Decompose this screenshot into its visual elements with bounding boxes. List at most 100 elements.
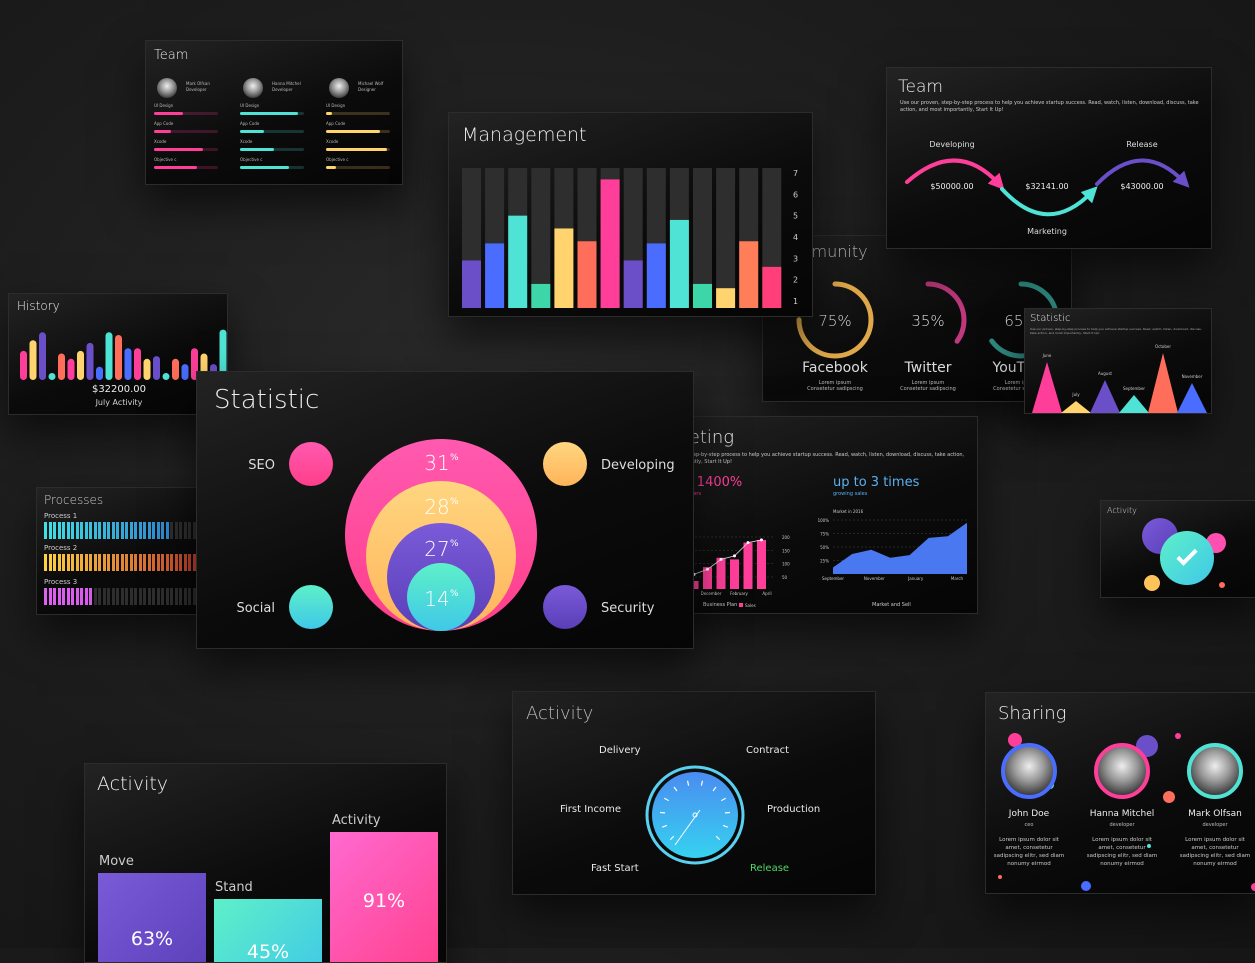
activity-small-card[interactable]: Activity	[1100, 500, 1255, 598]
management-bar	[762, 267, 781, 308]
process-segment	[157, 588, 160, 605]
history-bar	[30, 340, 37, 380]
market-area	[833, 523, 967, 574]
process-segment	[103, 554, 106, 571]
history-bar	[153, 356, 160, 380]
skill-bar-fill	[154, 148, 203, 151]
step-label: Release	[1126, 140, 1157, 149]
marketing-left-caption: Business Plan	[703, 602, 737, 608]
process-segment	[80, 554, 83, 571]
check-badge	[1160, 531, 1214, 585]
person-bio: amet, consetetur	[1076, 845, 1168, 851]
person-bio: nonumy eirmod	[1076, 861, 1168, 867]
process-segment	[62, 522, 65, 539]
process-segment	[98, 522, 101, 539]
step-amount: $43000.00	[1120, 182, 1163, 191]
percent-sign: %	[450, 453, 459, 463]
customers-point	[760, 538, 763, 541]
legend-dot	[543, 585, 587, 629]
process-segment	[134, 588, 137, 605]
skill-label: App Code	[154, 121, 173, 126]
community-name: Facebook	[802, 360, 869, 376]
history-bar	[106, 332, 113, 380]
flow-arrow-developing	[907, 160, 999, 184]
flow-arrow-marketing	[1002, 189, 1092, 214]
process-segment	[148, 554, 151, 571]
statistic-card: Statistic 31282714%%%%SEODevelopingSecur…	[196, 371, 694, 649]
history-bar	[39, 332, 46, 380]
process-segment	[152, 554, 155, 571]
customers-point	[747, 541, 750, 544]
y-tick-label: 2	[793, 276, 798, 285]
process-segment	[139, 554, 142, 571]
management-bar	[716, 288, 735, 308]
history-card: History $32200.00 July Activity	[8, 293, 228, 415]
triangle-mark	[1177, 383, 1207, 413]
member-role: Developer	[186, 87, 207, 92]
team-flow-diagram: DevelopingMarketingRelease$50000.00$3214…	[887, 68, 1212, 249]
process-segment	[139, 588, 142, 605]
skill-label: Xcode	[154, 139, 166, 144]
management-bar	[693, 284, 712, 308]
avatar	[1187, 743, 1243, 799]
activity-bar-label: Activity	[332, 813, 381, 828]
process-segment	[112, 554, 115, 571]
skill-bar	[154, 112, 218, 115]
process-segment	[44, 522, 47, 539]
process-segment	[76, 522, 79, 539]
process-segment	[71, 522, 74, 539]
y-tick-label: 200	[782, 535, 790, 540]
process-segment	[53, 588, 56, 605]
process-segment	[143, 554, 146, 571]
bubble	[1144, 575, 1160, 591]
processes-title: Processes	[44, 493, 103, 507]
triangle-mark	[1032, 362, 1062, 413]
team-title: Team	[154, 48, 188, 63]
sales-bar	[757, 540, 766, 589]
activity-bar: 63%	[98, 873, 206, 963]
process-segment	[103, 522, 106, 539]
history-bar	[77, 351, 84, 380]
legend-sales-swatch	[739, 603, 743, 607]
process-segment	[94, 522, 97, 539]
skill-bar-fill	[326, 148, 387, 151]
process-segment	[184, 588, 187, 605]
process-segment	[121, 522, 124, 539]
management-bar	[485, 243, 504, 308]
process-segment	[116, 522, 119, 539]
y-tick-label: 150	[782, 548, 790, 553]
flow-arrow-release	[1097, 160, 1184, 184]
process-segment	[44, 554, 47, 571]
activity-bars-card: Activity Move63%Stand45%Activity91%	[84, 763, 447, 963]
process-segment	[179, 554, 182, 571]
statistic-small-card: Statistic Use our proven, step-by-step p…	[1024, 308, 1212, 414]
gauge-dial	[513, 692, 876, 895]
process-segment	[89, 588, 92, 605]
decor-bubble	[1175, 733, 1181, 739]
y-tick-label: 100%	[818, 518, 830, 523]
process-segment	[67, 588, 70, 605]
process-segment	[58, 522, 61, 539]
skill-label: App Code	[240, 121, 259, 126]
management-bar	[601, 179, 620, 308]
customers-point	[720, 558, 723, 561]
x-tick-label: December	[701, 591, 722, 596]
history-bar	[172, 359, 179, 380]
process-segment	[143, 522, 146, 539]
person-bio: sadipscing elitr, sed diam	[1169, 853, 1255, 859]
legend-dot	[289, 585, 333, 629]
ring-percent: 27	[424, 537, 449, 561]
skill-bar-fill	[326, 112, 332, 115]
process-segment	[134, 522, 137, 539]
skill-bar-fill	[154, 166, 197, 169]
process-segment	[44, 588, 47, 605]
process-segment	[94, 554, 97, 571]
skill-bar	[326, 112, 390, 115]
history-bar	[163, 373, 170, 380]
history-bar	[49, 373, 56, 380]
team-flow-card: Team Use our proven, step-by-step proces…	[886, 67, 1212, 249]
process-segment	[53, 522, 56, 539]
management-bar	[670, 220, 689, 308]
check-icon	[1176, 545, 1197, 566]
skill-label: Objective c	[154, 157, 176, 162]
